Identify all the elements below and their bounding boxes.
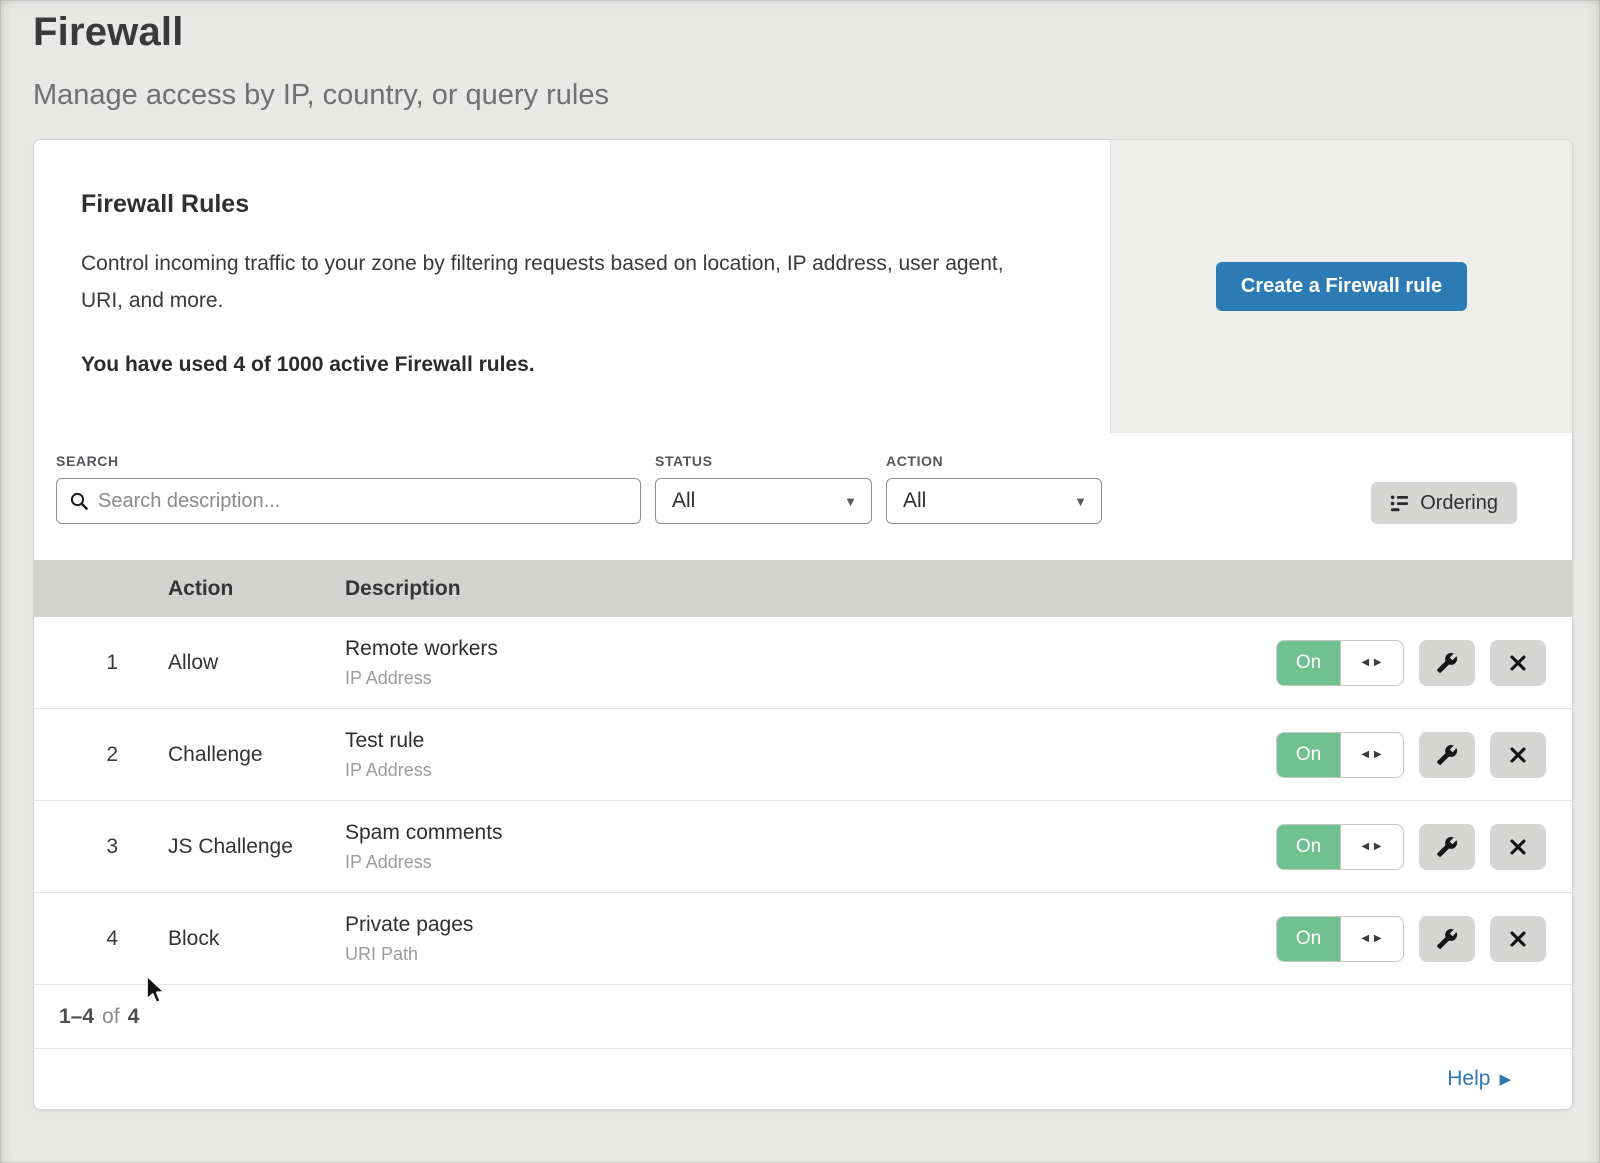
status-filter-group: STATUS All ▼ xyxy=(655,453,872,524)
toggle-arrows-icon[interactable]: ◀ ▶ xyxy=(1341,733,1403,777)
rule-controls: On ◀ ▶ xyxy=(1276,916,1572,962)
delete-rule-button[interactable] xyxy=(1490,732,1546,778)
toggle-arrows-icon[interactable]: ◀ ▶ xyxy=(1341,825,1403,869)
toggle-arrows-icon[interactable]: ◀ ▶ xyxy=(1341,917,1403,961)
x-icon xyxy=(1507,652,1529,674)
rule-enabled-toggle[interactable]: On ◀ ▶ xyxy=(1276,732,1404,778)
pagination-range: 1–4 xyxy=(59,1005,94,1029)
page-title: Firewall xyxy=(33,10,1600,55)
table-row: 1 Allow Remote workers IP Address On ◀ ▶ xyxy=(34,617,1572,709)
rule-priority: 2 xyxy=(34,743,168,767)
delete-rule-button[interactable] xyxy=(1490,640,1546,686)
firewall-rules-card: Firewall Rules Control incoming traffic … xyxy=(33,139,1573,1110)
page-header: Firewall Manage access by IP, country, o… xyxy=(0,0,1600,112)
arrow-right-icon: ▶ xyxy=(1499,1070,1511,1088)
edit-rule-button[interactable] xyxy=(1419,640,1475,686)
list-ordering-icon xyxy=(1390,493,1410,513)
table-row: 2 Challenge Test rule IP Address On ◀ ▶ xyxy=(34,709,1572,801)
rule-priority: 4 xyxy=(34,927,168,951)
search-input[interactable] xyxy=(98,490,628,513)
search-label: SEARCH xyxy=(56,453,641,469)
toggle-on-label[interactable]: On xyxy=(1277,917,1341,961)
rule-priority: 1 xyxy=(34,651,168,675)
rule-description: Remote workers xyxy=(345,637,1276,661)
section-heading: Firewall Rules xyxy=(81,190,1050,219)
x-icon xyxy=(1507,836,1529,858)
pagination-of: of xyxy=(102,1005,120,1029)
action-label: ACTION xyxy=(886,453,1102,469)
chevron-down-icon: ▼ xyxy=(844,494,857,509)
status-selected-value: All xyxy=(672,489,695,513)
rule-description: Private pages xyxy=(345,913,1276,937)
wrench-icon xyxy=(1436,928,1458,950)
intro-section: Firewall Rules Control incoming traffic … xyxy=(34,140,1110,433)
search-icon xyxy=(69,491,89,511)
rule-description-cell: Test rule IP Address xyxy=(345,729,1276,781)
rule-controls: On ◀ ▶ xyxy=(1276,732,1572,778)
x-icon xyxy=(1507,928,1529,950)
wrench-icon xyxy=(1436,744,1458,766)
toggle-on-label[interactable]: On xyxy=(1277,733,1341,777)
help-link-label: Help xyxy=(1447,1067,1490,1091)
delete-rule-button[interactable] xyxy=(1490,916,1546,962)
rule-action: Challenge xyxy=(168,743,345,767)
action-select[interactable]: All ▼ xyxy=(886,478,1102,524)
help-link[interactable]: Help ▶ xyxy=(1447,1067,1511,1091)
rule-controls: On ◀ ▶ xyxy=(1276,824,1572,870)
rule-action: Block xyxy=(168,927,345,951)
description-column-header: Description xyxy=(345,577,1276,601)
status-label: STATUS xyxy=(655,453,872,469)
rule-priority: 3 xyxy=(34,835,168,859)
rule-enabled-toggle[interactable]: On ◀ ▶ xyxy=(1276,916,1404,962)
status-select[interactable]: All ▼ xyxy=(655,478,872,524)
wrench-icon xyxy=(1436,652,1458,674)
filters-bar: SEARCH STATUS All ▼ ACTION All ▼ xyxy=(34,433,1572,560)
rule-field: IP Address xyxy=(345,668,1276,689)
rule-description: Test rule xyxy=(345,729,1276,753)
rule-enabled-toggle[interactable]: On ◀ ▶ xyxy=(1276,640,1404,686)
table-header: Action Description xyxy=(34,560,1572,617)
rule-field: IP Address xyxy=(345,852,1276,873)
section-description: Control incoming traffic to your zone by… xyxy=(81,245,1031,319)
table-row: 3 JS Challenge Spam comments IP Address … xyxy=(34,801,1572,893)
rule-enabled-toggle[interactable]: On ◀ ▶ xyxy=(1276,824,1404,870)
card-top-section: Firewall Rules Control incoming traffic … xyxy=(34,140,1572,433)
action-filter-group: ACTION All ▼ xyxy=(886,453,1102,524)
card-footer: Help ▶ xyxy=(34,1049,1572,1109)
rule-field: IP Address xyxy=(345,760,1276,781)
rule-action: JS Challenge xyxy=(168,835,345,859)
edit-rule-button[interactable] xyxy=(1419,732,1475,778)
search-box[interactable] xyxy=(56,478,641,524)
page-subtitle: Manage access by IP, country, or query r… xyxy=(33,79,1600,112)
cta-panel: Create a Firewall rule xyxy=(1110,140,1572,433)
chevron-down-icon: ▼ xyxy=(1074,494,1087,509)
search-filter-group: SEARCH xyxy=(56,453,641,524)
edit-rule-button[interactable] xyxy=(1419,824,1475,870)
usage-note: You have used 4 of 1000 active Firewall … xyxy=(81,353,1050,377)
rule-description-cell: Remote workers IP Address xyxy=(345,637,1276,689)
pagination-total: 4 xyxy=(128,1005,140,1029)
delete-rule-button[interactable] xyxy=(1490,824,1546,870)
x-icon xyxy=(1507,744,1529,766)
rule-description-cell: Private pages URI Path xyxy=(345,913,1276,965)
pagination: 1–4 of 4 xyxy=(34,985,1572,1049)
toggle-on-label[interactable]: On xyxy=(1277,825,1341,869)
action-selected-value: All xyxy=(903,489,926,513)
ordering-button-label: Ordering xyxy=(1420,492,1498,515)
rule-description: Spam comments xyxy=(345,821,1276,845)
rule-field: URI Path xyxy=(345,944,1276,965)
table-row: 4 Block Private pages URI Path On ◀ ▶ xyxy=(34,893,1572,985)
rule-action: Allow xyxy=(168,651,345,675)
rule-controls: On ◀ ▶ xyxy=(1276,640,1572,686)
create-firewall-rule-button[interactable]: Create a Firewall rule xyxy=(1216,262,1467,311)
ordering-button[interactable]: Ordering xyxy=(1371,482,1517,524)
action-column-header: Action xyxy=(168,577,345,601)
edit-rule-button[interactable] xyxy=(1419,916,1475,962)
toggle-arrows-icon[interactable]: ◀ ▶ xyxy=(1341,641,1403,685)
toggle-on-label[interactable]: On xyxy=(1277,641,1341,685)
wrench-icon xyxy=(1436,836,1458,858)
rule-description-cell: Spam comments IP Address xyxy=(345,821,1276,873)
